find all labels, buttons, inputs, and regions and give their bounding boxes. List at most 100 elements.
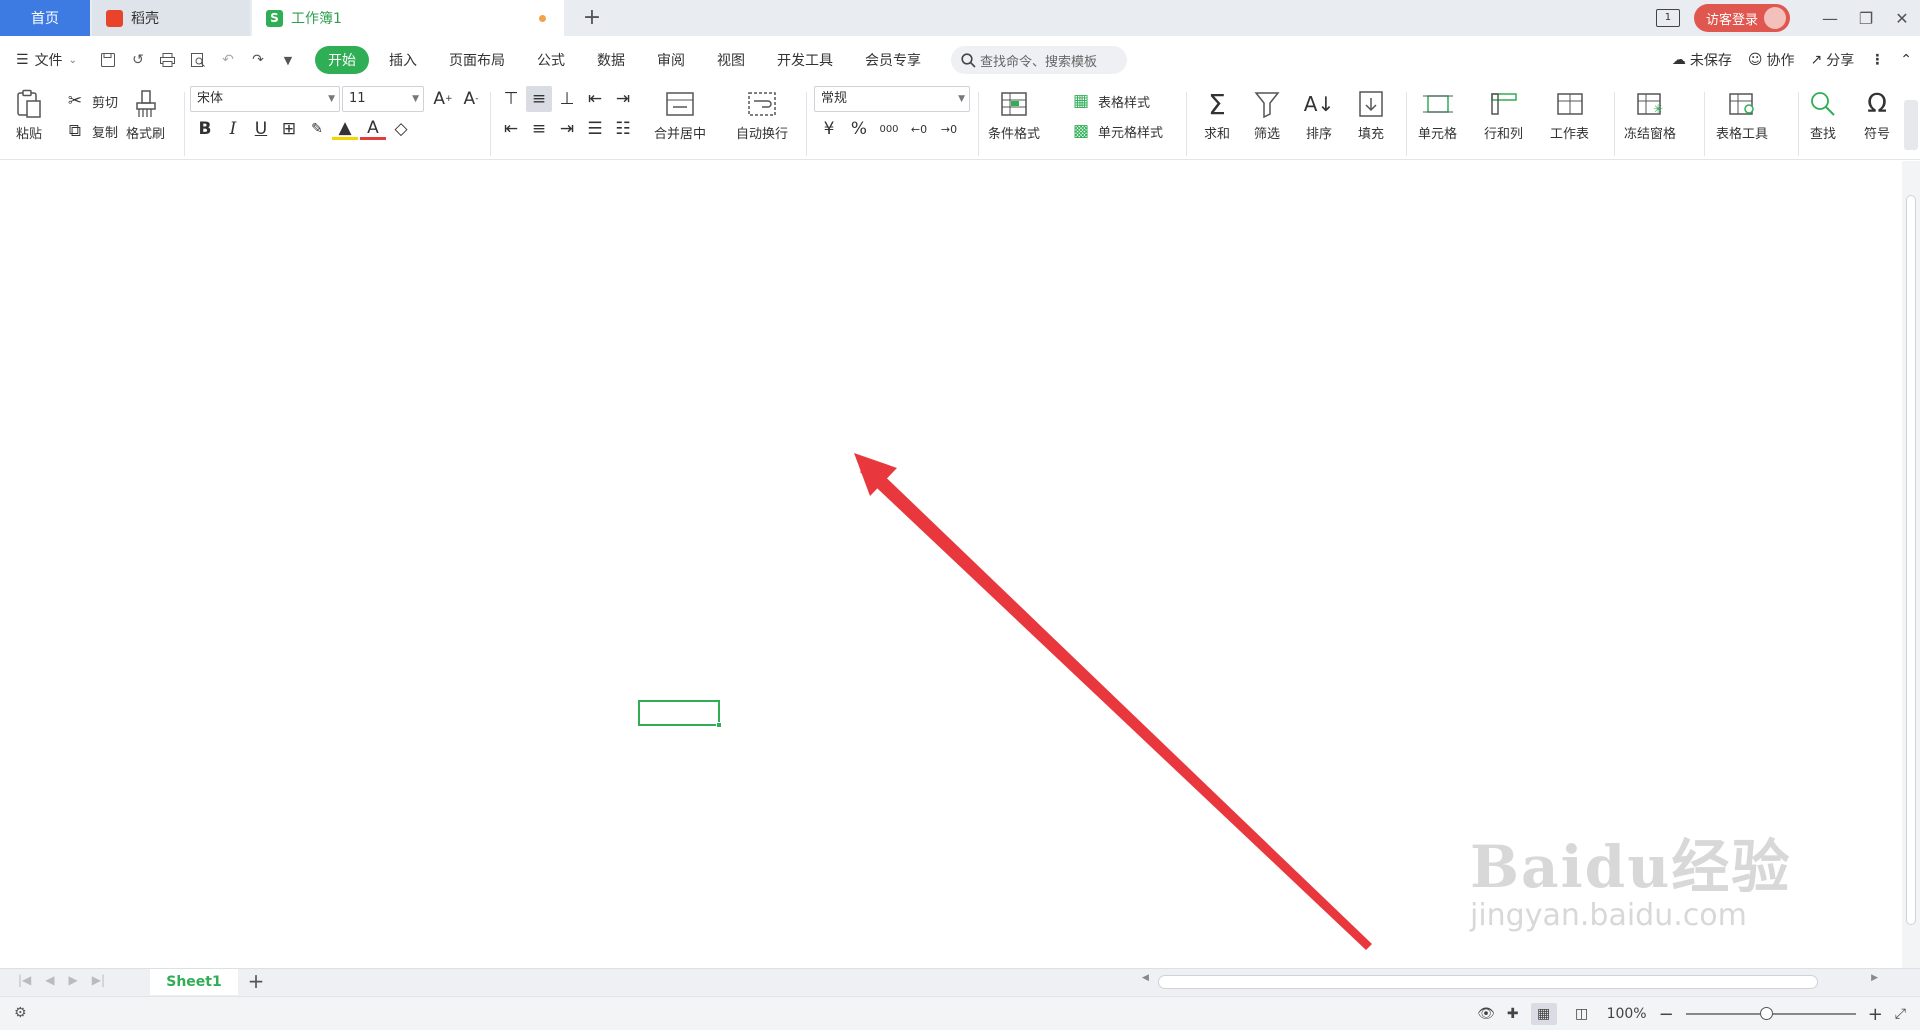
tab-menu-4[interactable]: 数据 [581,46,641,74]
clear-format-icon[interactable]: ✎ [304,116,330,142]
print-icon[interactable] [155,47,181,73]
screen-count-icon[interactable]: 1 [1655,9,1680,27]
increase-font-icon[interactable]: A + [430,86,456,112]
merge-center-button[interactable]: 合并居中 [654,88,706,142]
redo-icon[interactable]: ↷ [245,47,271,73]
decrease-decimal-icon[interactable]: →0 [936,116,962,142]
tab-home[interactable]: 开始 [314,46,369,74]
macro-record-icon[interactable]: ⚙ [14,1005,27,1021]
table-tools-button[interactable]: 表格工具 [1716,88,1768,142]
conditional-format-button[interactable]: 条件格式 [988,88,1040,142]
fill-button[interactable]: 填充 [1354,88,1388,142]
file-menu[interactable]: ☰ 文件 ⌄ [16,50,77,70]
horizontal-scroll-thumb[interactable] [1158,975,1818,989]
align-left-icon[interactable]: ⇤ [498,116,524,142]
cloud-save-status[interactable]: ☁ 未保存 [1672,50,1732,70]
tab-menu-8[interactable]: 会员专享 [849,46,937,74]
align-right-icon[interactable]: ⇥ [554,116,580,142]
border-icon[interactable]: ⊞ [276,116,302,142]
share-button[interactable]: ↗ 分享 [1811,50,1855,70]
side-panel-toggle[interactable] [1904,100,1918,150]
align-middle-icon[interactable]: ≡ [526,86,552,112]
new-tab-button[interactable]: + [578,4,606,32]
font-name-select[interactable]: 宋体 ▼ [190,86,340,112]
underline-icon[interactable]: U [248,116,274,142]
zoom-slider[interactable] [1685,1007,1856,1020]
tab-daoke[interactable]: 稻壳 [92,0,250,36]
symbol-button[interactable]: Ω 符号 [1860,88,1894,142]
active-cell[interactable] [638,700,720,726]
justify-icon[interactable]: ☰ [582,116,608,142]
italic-icon[interactable]: I [220,116,246,142]
table-style-button[interactable]: ▦ 表格样式 [1068,88,1150,114]
guest-login-button[interactable]: 访客登录 [1693,4,1790,32]
cut-button[interactable]: ✂ 剪切 [62,88,118,114]
normal-view-icon[interactable]: ▦ [1530,1003,1557,1025]
eye-protection-icon[interactable]: 👁 [1477,1006,1495,1022]
decrease-font-icon[interactable]: A- [458,86,484,112]
filter-button[interactable]: 筛选 [1250,88,1284,142]
format-painter-button[interactable]: 格式刷 [126,88,165,142]
cell-style-button[interactable]: ▩ 单元格样式 [1068,118,1163,144]
zoom-in-icon[interactable]: + [1868,1004,1883,1025]
sum-button[interactable]: Σ 求和 [1200,88,1234,143]
close-button[interactable]: ✕ [1884,0,1920,36]
tab-menu-2[interactable]: 页面布局 [433,46,521,74]
font-size-select[interactable]: 11 ▼ [342,86,424,112]
fill-color-icon[interactable]: ▲ [332,118,358,140]
prev-sheet-icon[interactable]: ◀ [45,973,54,987]
cell-button[interactable]: 单元格 [1418,88,1457,142]
worksheet-button[interactable]: 工作表 [1550,88,1589,142]
sheet-tab[interactable]: Sheet1 [150,969,238,995]
bold-icon[interactable]: B [192,116,218,142]
font-color-icon[interactable]: A [360,118,386,140]
tab-menu-5[interactable]: 审阅 [641,46,701,74]
print-preview-icon[interactable] [185,47,211,73]
row-col-button[interactable]: 行和列 [1484,88,1523,142]
eraser-icon[interactable]: ◇ [388,116,414,142]
collapse-ribbon-icon[interactable]: ⌃ [1900,52,1912,68]
horizontal-scrollbar[interactable]: ◀ ▶ [1140,973,1880,991]
undo-icon[interactable]: ↶ [215,47,241,73]
copy-button[interactable]: ⧉ 复制 [62,118,118,144]
tab-menu-1[interactable]: 插入 [373,46,433,74]
tab-menu-3[interactable]: 公式 [521,46,581,74]
last-sheet-icon[interactable]: ▶| [92,973,105,987]
paste-button[interactable]: 粘贴 [12,88,46,142]
increase-indent-icon[interactable]: ⇥ [610,86,636,112]
customize-quick-access-icon[interactable]: ▼ [275,47,301,73]
wrap-text-button[interactable]: 自动换行 [736,88,788,142]
tab-menu-6[interactable]: 视图 [701,46,761,74]
align-center-icon[interactable]: ≡ [526,116,552,142]
tab-workbook[interactable]: S 工作簿1 [252,0,564,36]
save-icon[interactable] [95,47,121,73]
next-sheet-icon[interactable]: ▶ [69,973,78,987]
more-options-icon[interactable]: ⋮ [1870,52,1884,68]
currency-icon[interactable]: ¥ [816,116,842,142]
tab-menu-7[interactable]: 开发工具 [761,46,849,74]
freeze-panes-button[interactable]: ✳ 冻结窗格 [1624,88,1676,142]
vertical-scroll-thumb[interactable] [1906,195,1916,925]
distributed-icon[interactable]: ☷ [610,116,636,142]
align-bottom-icon[interactable]: ⊥ [554,86,580,112]
percent-icon[interactable]: % [846,116,872,142]
minimize-button[interactable]: — [1812,0,1848,36]
scroll-right-icon[interactable]: ▶ [1871,973,1878,983]
thousands-separator-icon[interactable]: 000 [876,116,902,142]
sort-button[interactable]: A↓ 排序 [1302,88,1336,142]
page-break-view-icon[interactable]: ◫ [1569,1003,1595,1025]
first-sheet-icon[interactable]: |◀ [18,973,31,987]
restore-button[interactable]: ❐ [1848,0,1884,36]
decrease-indent-icon[interactable]: ⇤ [582,86,608,112]
fill-handle[interactable] [716,722,722,728]
align-top-icon[interactable]: ⊤ [498,86,524,112]
export-icon[interactable]: ↺ [125,47,151,73]
command-search[interactable]: 查找命令、搜索模板 [950,46,1127,74]
scroll-left-icon[interactable]: ◀ [1142,973,1149,983]
add-sheet-button[interactable]: + [244,969,268,995]
vertical-scrollbar[interactable] [1902,161,1920,968]
number-format-select[interactable]: 常规 ▼ [814,86,970,112]
increase-decimal-icon[interactable]: ←0 [906,116,932,142]
find-button[interactable]: 查找 [1806,88,1840,142]
collaborate-button[interactable]: ☺ 协作 [1748,50,1795,70]
